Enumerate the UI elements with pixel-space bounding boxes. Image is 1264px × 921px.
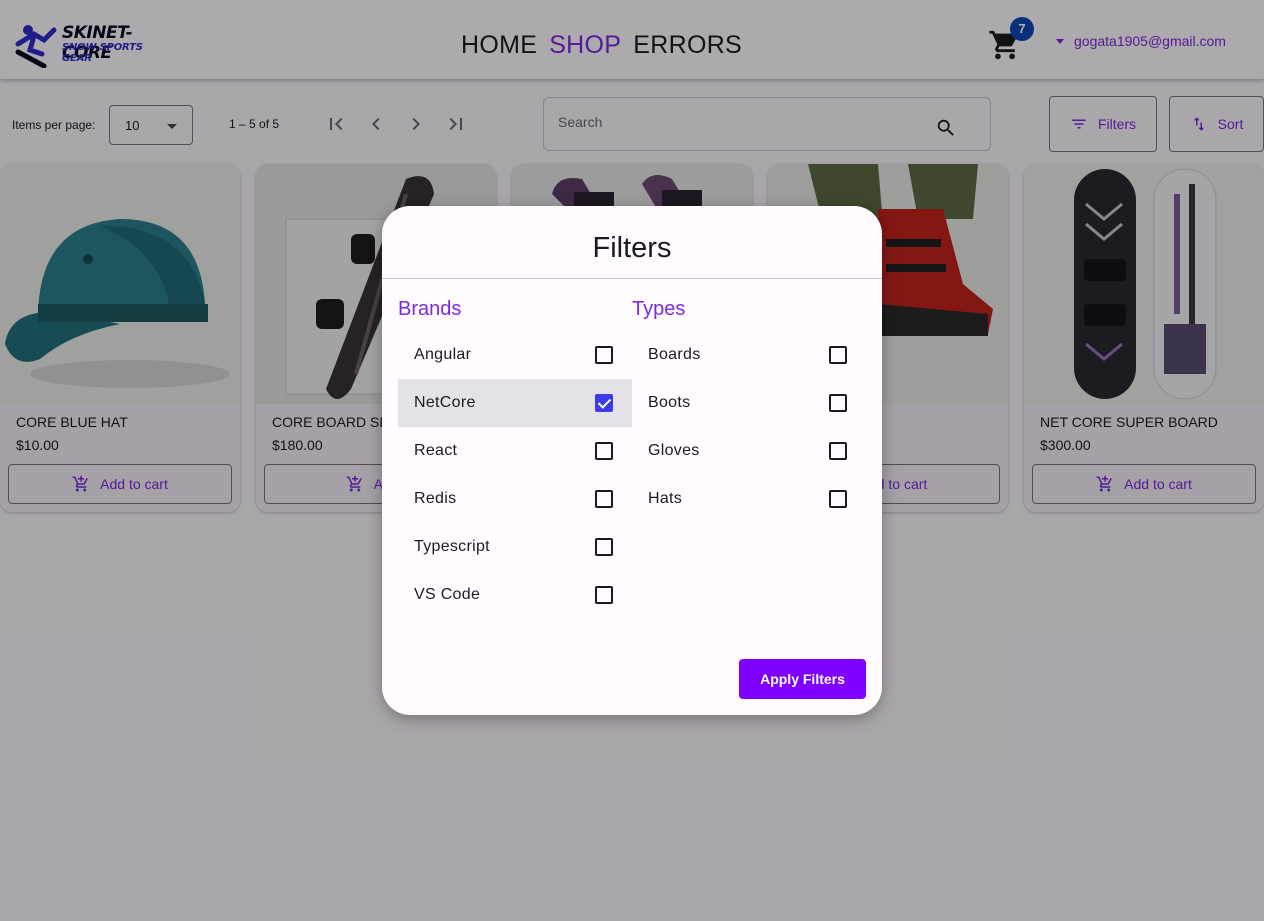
checkbox[interactable] <box>595 442 613 460</box>
apply-filters-button[interactable]: Apply Filters <box>739 659 866 699</box>
brands-heading: Brands <box>398 298 462 320</box>
brand-option-vscode[interactable]: VS Code <box>398 571 632 619</box>
option-label: Hats <box>648 490 683 507</box>
type-option-hats[interactable]: Hats <box>632 475 866 523</box>
brand-option-redis[interactable]: Redis <box>398 475 632 523</box>
dialog-title: Filters <box>592 232 672 264</box>
brand-option-react[interactable]: React <box>398 427 632 475</box>
option-label: Boards <box>648 346 701 363</box>
brand-option-angular[interactable]: Angular <box>398 331 632 379</box>
checkbox[interactable] <box>595 538 613 556</box>
checkbox[interactable] <box>595 346 613 364</box>
checkbox[interactable] <box>829 346 847 364</box>
option-label: Angular <box>414 346 472 363</box>
divider <box>382 278 882 279</box>
checkbox[interactable] <box>829 490 847 508</box>
option-label: Redis <box>414 490 457 507</box>
option-label: Gloves <box>648 442 700 459</box>
type-option-gloves[interactable]: Gloves <box>632 427 866 475</box>
option-label: NetCore <box>414 394 476 411</box>
checkbox[interactable] <box>595 490 613 508</box>
brand-option-typescript[interactable]: Typescript <box>398 523 632 571</box>
checkbox[interactable] <box>595 586 613 604</box>
option-label: React <box>414 442 458 459</box>
checkbox[interactable] <box>829 394 847 412</box>
filters-dialog: Filters Brands Types Angular NetCore Rea… <box>382 206 882 715</box>
option-label: Typescript <box>414 538 490 555</box>
checkbox[interactable] <box>829 442 847 460</box>
option-label: VS Code <box>414 586 481 603</box>
option-label: Boots <box>648 394 691 411</box>
types-heading: Types <box>632 298 686 320</box>
type-option-boots[interactable]: Boots <box>632 379 866 427</box>
type-option-boards[interactable]: Boards <box>632 331 866 379</box>
brand-option-netcore[interactable]: NetCore <box>398 379 632 427</box>
checkbox-checked[interactable] <box>595 394 613 412</box>
